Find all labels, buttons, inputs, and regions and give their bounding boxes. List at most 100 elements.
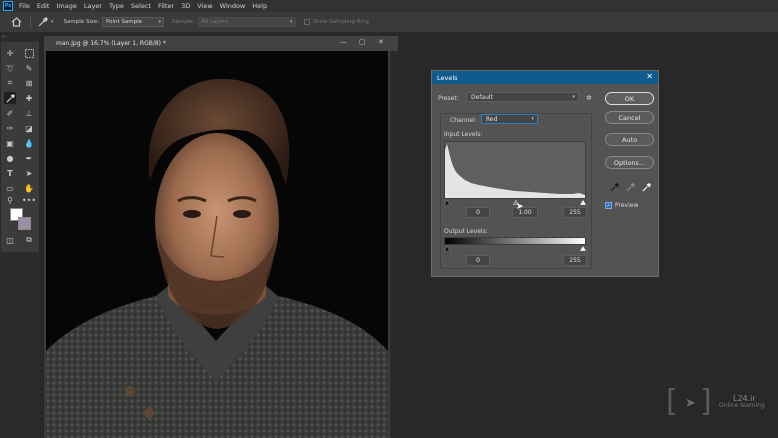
sample-value: All Layers xyxy=(201,19,229,25)
tools-panel: ✛ ➰ ✎ ⌗ ⊠ ✚ ✐ ⊥ ✑ ◪ ▣ 💧 ● ✒ T ➤ ▭ ✋ ⚲ ••… xyxy=(1,42,39,252)
zoom-icon[interactable]: ⚲ xyxy=(4,194,16,206)
path-select-icon[interactable]: ➤ xyxy=(23,167,35,179)
screen-mode-icon[interactable]: ⧉ xyxy=(23,234,35,246)
watermark-bracket-right: ] xyxy=(700,384,712,419)
preview-checkbox[interactable]: ✓ xyxy=(605,202,612,209)
more-icon[interactable]: ••• xyxy=(22,194,36,206)
menu-type[interactable]: Type xyxy=(109,2,124,10)
menu-help[interactable]: Help xyxy=(252,2,267,10)
channel-label: Channel: xyxy=(450,117,477,124)
lasso-icon[interactable]: ➰ xyxy=(4,62,16,74)
preset-value: Default xyxy=(471,93,493,101)
sample-label: Sample: xyxy=(172,19,195,25)
minimize-icon[interactable]: — xyxy=(340,38,347,46)
collapse-arrows-icon[interactable]: » xyxy=(2,34,5,40)
histogram-graph xyxy=(445,144,585,198)
menu-window[interactable]: Window xyxy=(220,2,246,10)
input-levels-label: Input Levels: xyxy=(444,131,483,138)
menu-view[interactable]: View xyxy=(197,2,212,10)
channel-select[interactable]: Red ▾ xyxy=(481,114,538,124)
sample-size-label: Sample Size: xyxy=(63,19,100,25)
menu-bar: Ps File Edit Image Layer Type Select Fil… xyxy=(0,0,778,12)
quick-select-icon[interactable]: ✎ xyxy=(23,62,35,74)
options-bar: ▾ Sample Size: Point Sample ▾ Sample: Al… xyxy=(0,12,778,33)
document-tab[interactable]: man.jpg @ 16.7% (Layer 1, RGB/8) * — ▢ ✕ xyxy=(44,36,398,51)
document-title: man.jpg @ 16.7% (Layer 1, RGB/8) * xyxy=(56,40,166,47)
auto-button[interactable]: Auto xyxy=(605,133,654,146)
black-eyedropper-icon[interactable] xyxy=(609,182,619,192)
menu-layer[interactable]: Layer xyxy=(84,2,102,10)
white-eyedropper-icon[interactable] xyxy=(641,182,651,192)
output-levels-label: Output Levels: xyxy=(444,228,488,235)
preview-label: Preview xyxy=(615,202,639,209)
chevron-down-icon[interactable]: ▾ xyxy=(51,19,54,25)
background-color-swatch[interactable] xyxy=(18,217,31,230)
photoshop-logo: Ps xyxy=(3,1,13,11)
menu-filter[interactable]: Filter xyxy=(158,2,174,10)
options-button[interactable]: Options... xyxy=(605,156,654,169)
portrait-photo xyxy=(46,51,388,438)
close-icon[interactable]: ✕ xyxy=(378,38,384,46)
output-black-field[interactable]: 0 xyxy=(466,255,490,266)
menu-select[interactable]: Select xyxy=(131,2,151,10)
rectangle-icon[interactable]: ▭ xyxy=(4,182,16,194)
eyedropper-icon[interactable] xyxy=(4,92,16,104)
quick-mask-icon[interactable]: ◫ xyxy=(4,234,16,246)
levels-title: Levels xyxy=(437,73,458,82)
watermark-tagline: Online learning xyxy=(719,402,765,409)
healing-icon[interactable]: ✚ xyxy=(23,92,35,104)
watermark-bracket-left: [ xyxy=(666,384,678,419)
eraser-icon[interactable]: ◪ xyxy=(23,122,35,134)
menu-image[interactable]: Image xyxy=(56,2,76,10)
image-canvas[interactable] xyxy=(46,51,388,438)
levels-title-bar[interactable]: Levels ✕ xyxy=(432,71,658,84)
output-white-field[interactable]: 255 xyxy=(563,255,587,266)
preset-label: Preset: xyxy=(438,95,459,102)
chevron-down-icon: ▾ xyxy=(290,19,293,25)
eyedropper-icon[interactable] xyxy=(37,16,49,28)
maximize-icon[interactable]: ▢ xyxy=(359,38,366,46)
sample-select[interactable]: All Layers ▾ xyxy=(197,17,296,27)
gear-icon[interactable]: ✲ xyxy=(586,94,592,102)
stamp-icon[interactable]: ⊥ xyxy=(23,107,35,119)
histogram xyxy=(444,141,586,199)
cursor-icon: ➤ xyxy=(516,202,524,212)
menu-edit[interactable]: Edit xyxy=(37,2,50,10)
vertical-scrollbar[interactable] xyxy=(390,51,398,438)
document-window: man.jpg @ 16.7% (Layer 1, RGB/8) * — ▢ ✕ xyxy=(44,36,398,438)
sample-size-value: Point Sample xyxy=(106,19,143,25)
close-icon[interactable]: ✕ xyxy=(646,72,653,81)
move-icon[interactable]: ✛ xyxy=(4,47,16,59)
menu-3d[interactable]: 3D xyxy=(181,2,190,10)
brush-icon[interactable]: ✐ xyxy=(4,107,16,119)
pen-icon[interactable]: ✒ xyxy=(23,152,35,164)
input-black-field[interactable]: 0 xyxy=(466,207,490,218)
show-sampling-ring-checkbox[interactable] xyxy=(303,19,310,25)
input-levels-slider[interactable] xyxy=(443,199,587,206)
gradient-icon[interactable]: ▣ xyxy=(4,137,16,149)
menu-file[interactable]: File xyxy=(19,2,30,10)
white-point-handle xyxy=(579,199,587,206)
home-icon[interactable] xyxy=(10,16,22,28)
preset-select[interactable]: Default ▾ xyxy=(466,92,579,102)
black-point-handle xyxy=(443,199,451,206)
cancel-button[interactable]: Cancel xyxy=(605,111,654,124)
input-white-field[interactable]: 255 xyxy=(563,207,587,218)
sample-size-select[interactable]: Point Sample ▾ xyxy=(102,17,165,27)
divider xyxy=(30,16,31,28)
chevron-down-icon: ▾ xyxy=(531,116,534,122)
blur-icon[interactable]: 💧 xyxy=(23,137,35,149)
hand-icon[interactable]: ✋ xyxy=(23,182,35,194)
ok-button[interactable]: OK xyxy=(605,92,654,105)
output-gradient xyxy=(444,237,586,245)
chevron-down-icon: ▾ xyxy=(158,19,162,25)
output-levels-slider[interactable] xyxy=(443,245,587,252)
marquee-icon[interactable] xyxy=(23,47,35,59)
frame-icon[interactable]: ⊠ xyxy=(23,77,35,89)
chevron-down-icon: ▾ xyxy=(572,94,575,100)
history-brush-icon[interactable]: ✑ xyxy=(4,122,16,134)
type-icon[interactable]: T xyxy=(4,167,16,179)
dodge-icon[interactable]: ● xyxy=(4,152,16,164)
gray-eyedropper-icon[interactable] xyxy=(625,182,635,192)
crop-icon[interactable]: ⌗ xyxy=(4,77,16,89)
